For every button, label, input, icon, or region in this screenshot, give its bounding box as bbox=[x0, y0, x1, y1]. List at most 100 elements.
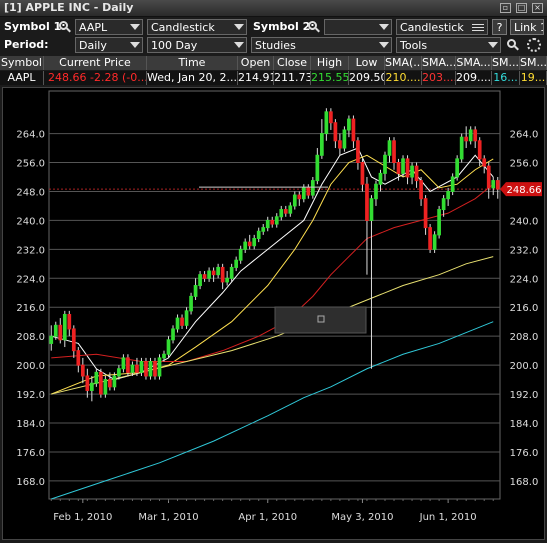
candle-body bbox=[342, 129, 347, 149]
x-tick-label: Feb 1, 2010 bbox=[53, 512, 112, 523]
candle-body bbox=[103, 379, 108, 395]
maximize-icon[interactable]: □ bbox=[516, 3, 527, 13]
symbol1-label: Symbol 1: bbox=[4, 20, 66, 33]
y-tick-label-left: 232.0 bbox=[16, 245, 45, 256]
candle-body bbox=[396, 162, 401, 174]
candle-body bbox=[180, 317, 184, 326]
candle-body bbox=[256, 230, 261, 239]
val-open: 214.91 bbox=[238, 71, 274, 85]
candle-body bbox=[184, 310, 189, 326]
val-sma2: 203.... bbox=[422, 71, 456, 85]
zoom-icon[interactable] bbox=[507, 39, 519, 51]
candle-body bbox=[58, 324, 63, 341]
candle-body bbox=[85, 375, 90, 391]
candle-body bbox=[71, 328, 76, 352]
close-icon[interactable]: × bbox=[532, 3, 543, 13]
val-price: 248.66 bbox=[48, 71, 87, 84]
val-time: Wed, Jan 20, 2... bbox=[147, 71, 238, 85]
window-title: [1] APPLE INC - Daily bbox=[4, 1, 134, 14]
col-time: Time bbox=[147, 56, 238, 70]
val-sma4: 16... bbox=[492, 71, 520, 85]
quote-header: Symbol Current Price Time Open Close Hig… bbox=[0, 56, 547, 70]
period-select[interactable]: Daily bbox=[75, 37, 143, 53]
candle-body bbox=[117, 368, 121, 377]
col-sma5: SM... bbox=[520, 56, 547, 70]
candle-body bbox=[207, 270, 211, 279]
chart-type-select[interactable]: Candlestick bbox=[147, 19, 247, 35]
candle-body bbox=[374, 183, 378, 200]
chart-type2-select[interactable]: Candlestick bbox=[396, 19, 488, 35]
candle-body bbox=[108, 379, 112, 388]
help-button[interactable]: ? bbox=[492, 19, 507, 35]
sma-line bbox=[51, 147, 494, 381]
y-tick-label-right: 240.0 bbox=[510, 216, 539, 227]
candle-body bbox=[347, 118, 351, 131]
candle-body bbox=[139, 361, 144, 373]
chart-panel[interactable]: 168.0 168.0 176.0 176.0 184.0 184.0 192.0 192.0… bbox=[2, 87, 545, 540]
val-symbol: AAPL bbox=[0, 71, 44, 85]
candle-body bbox=[76, 350, 81, 366]
candle-body bbox=[247, 241, 252, 247]
candle-body bbox=[486, 165, 491, 189]
symbol2-search-icon[interactable] bbox=[308, 21, 320, 33]
y-tick-label-right: 168.0 bbox=[510, 477, 539, 488]
candle-body bbox=[279, 209, 284, 218]
col-sma3: SMA... bbox=[456, 56, 492, 70]
candle-body bbox=[211, 270, 216, 276]
candle-body bbox=[270, 219, 275, 225]
y-tick-label-right: 232.0 bbox=[510, 245, 539, 256]
candle-body bbox=[261, 227, 266, 232]
candle-body bbox=[193, 285, 198, 297]
candle-body bbox=[94, 371, 99, 384]
col-current-price: Current Price bbox=[44, 56, 147, 70]
candle-body bbox=[225, 277, 229, 283]
candle-body bbox=[495, 180, 500, 190]
y-tick-label-right: 216.0 bbox=[510, 303, 539, 314]
col-low: Low bbox=[349, 56, 385, 70]
candle-body bbox=[365, 183, 369, 221]
candle-body bbox=[423, 198, 428, 229]
candle-body bbox=[432, 234, 437, 250]
symbol2-input[interactable] bbox=[324, 19, 392, 35]
candle-body bbox=[166, 339, 171, 355]
y-tick-label-right: 264.0 bbox=[510, 130, 539, 141]
y-tick-label-right: 208.0 bbox=[510, 332, 539, 343]
settings-icon[interactable] bbox=[527, 38, 541, 52]
val-sma3: 209.... bbox=[456, 71, 492, 85]
candle-body bbox=[464, 136, 469, 142]
range-select[interactable]: 100 Day bbox=[147, 37, 247, 53]
price-chart[interactable]: 168.0 168.0 176.0 176.0 184.0 184.0 192.0 192.0… bbox=[3, 88, 544, 539]
y-tick-label-right: 192.0 bbox=[510, 390, 539, 401]
restore-icon[interactable]: ▫ bbox=[500, 3, 511, 13]
candle-body bbox=[329, 111, 333, 124]
plot-border bbox=[48, 90, 501, 500]
candle-body bbox=[292, 194, 297, 207]
candle-body bbox=[491, 180, 496, 189]
candle-body bbox=[437, 209, 441, 236]
candle-body bbox=[477, 140, 482, 160]
candle-body bbox=[243, 241, 248, 250]
candle-body bbox=[459, 136, 464, 160]
candle-body bbox=[216, 266, 220, 276]
symbol1-search-icon[interactable] bbox=[59, 21, 71, 33]
studies-select[interactable]: Studies bbox=[251, 37, 392, 53]
val-low: 209.50 bbox=[349, 71, 385, 85]
col-sma4: SM... bbox=[492, 56, 520, 70]
candle-body bbox=[283, 209, 288, 214]
tools-select[interactable]: Tools bbox=[396, 37, 501, 53]
candle-body bbox=[238, 248, 243, 261]
candle-body bbox=[401, 158, 405, 174]
candle-body bbox=[99, 371, 103, 395]
sma-line bbox=[51, 321, 494, 500]
candle-body bbox=[121, 357, 126, 370]
symbol1-input[interactable]: AAPL bbox=[75, 19, 143, 35]
candle-body bbox=[229, 266, 234, 279]
candle-body bbox=[315, 154, 320, 182]
candle-body bbox=[383, 154, 387, 174]
link-button[interactable]: Link 1 bbox=[510, 19, 544, 35]
candle-body bbox=[112, 375, 117, 388]
candle-body bbox=[310, 180, 315, 196]
candle-body bbox=[202, 274, 207, 279]
candle-body bbox=[387, 140, 392, 156]
val-close: 211.73 bbox=[274, 71, 311, 85]
